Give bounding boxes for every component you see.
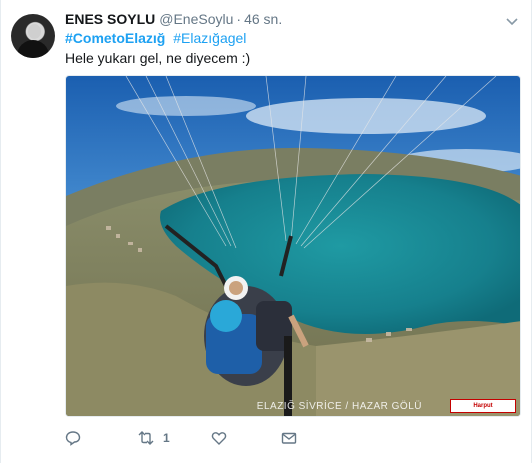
tweet-timestamp[interactable]: 46 sn. [244,11,282,27]
retweet-icon [138,431,154,445]
hashtag-link[interactable]: #Elazığagel [173,30,246,46]
tweet-hashtags: #CometoElazığ #Elazığagel [65,30,250,46]
header-separator: · [236,11,242,27]
retweet-count: 1 [163,431,170,445]
reply-button[interactable] [65,428,81,448]
tweet-header: ENES SOYLU @EneSoylu · 46 sn. [65,11,282,27]
author-handle[interactable]: @EneSoylu [159,11,233,27]
reply-icon [65,431,81,446]
photo-watermark: ELAZIĞ SİVRİCE / HAZAR GÖLÜ [256,401,422,412]
author-name[interactable]: ENES SOYLU [65,11,155,27]
hashtag-link[interactable]: #CometoElazığ [65,30,165,46]
tweet-text: Hele yukarı gel, ne diyecem :) [65,50,251,66]
avatar[interactable] [11,14,55,58]
avatar-face [28,24,41,39]
direct-message-button[interactable] [281,428,297,448]
photo-logo: Harput [450,399,516,413]
chevron-down-icon[interactable] [505,14,519,26]
tweet-media-photo[interactable]: ELAZIĞ SİVRİCE / HAZAR GÖLÜ Harput [65,75,521,417]
retweet-button[interactable]: 1 [137,428,170,448]
tweet-actions: 1 [65,428,325,448]
avatar-shoulders [17,40,49,58]
like-button[interactable] [211,428,227,448]
tweet-card[interactable]: ENES SOYLU @EneSoylu · 46 sn. #CometoEla… [0,0,532,463]
paragliding-photo [66,76,520,416]
envelope-icon [281,432,297,444]
heart-icon [211,432,227,445]
